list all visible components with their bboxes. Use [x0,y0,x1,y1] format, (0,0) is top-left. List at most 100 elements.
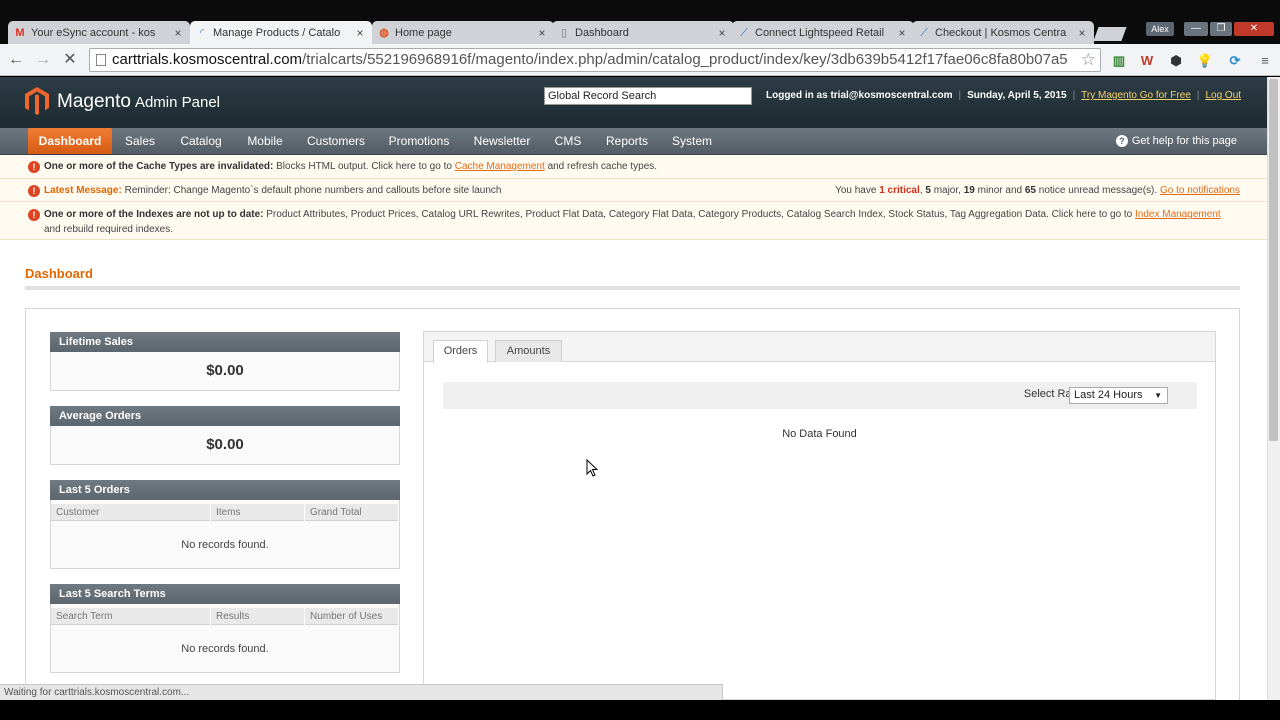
tab-label: Checkout | Kosmos Centra [935,26,1067,39]
browser-user-badge[interactable]: Alex [1146,22,1174,36]
index-notice-title: One or more of the Indexes are not up to… [44,209,264,220]
logo[interactable]: Magento Admin Panel [57,91,220,113]
current-date: Sunday, April 5, 2015 [967,90,1067,101]
browser-tab-dashboard[interactable]: ▯ Dashboard × [552,21,734,44]
column-customer[interactable]: Customer [51,504,211,521]
bookmark-star-icon[interactable]: ☆ [1081,49,1096,71]
index-notice: ! One or more of the Indexes are not up … [0,202,1267,240]
nav-system[interactable]: System [663,128,721,154]
extension-bulb-icon[interactable]: 💡 [1196,52,1214,70]
nav-newsletter[interactable]: Newsletter [465,128,539,154]
back-icon[interactable]: ← [6,50,26,70]
window-close-icon[interactable]: ✕ [1234,22,1274,36]
tab-label: Connect Lightspeed Retail [755,26,885,39]
close-icon[interactable]: × [536,26,548,40]
tab-amounts[interactable]: Amounts [495,340,562,362]
last-orders-empty: No records found. [181,539,269,551]
system-messages: ! One or more of the Cache Types are inv… [0,155,1267,240]
error-icon: ! [28,209,40,221]
chart-no-data: No Data Found [782,428,857,440]
chart-panel: Orders Amounts Select Range: Last 24 Hou… [423,331,1216,700]
lifetime-sales-value: $0.00 [206,362,244,379]
last-orders-grid-header: Customer Items Grand Total [51,504,399,521]
tab-label: Manage Products / Catalo [213,27,341,39]
browser-tab-home-page[interactable]: ◍ Home page × [372,21,554,44]
last-search-terms-header: Last 5 Search Terms [50,584,400,604]
global-search-input[interactable] [544,87,752,105]
page-title: Dashboard [25,266,93,281]
loading-icon: ◜ [199,27,205,39]
extension-w-icon[interactable]: W [1138,52,1156,70]
browser-tab-gmail[interactable]: M Your eSync account - kos × [8,21,190,44]
logo-name: Magento [57,91,131,112]
extension-icon[interactable]: ▥ [1110,52,1128,70]
cache-notice-text: Blocks HTML output. Click here to go to [276,161,452,172]
lifetime-sales-box: $0.00 [50,352,400,391]
restore-icon[interactable]: ❐ [1210,22,1232,36]
new-tab-button[interactable] [1093,27,1127,41]
nav-sales[interactable]: Sales [116,128,164,154]
logged-in-text: Logged in as trial@kosmoscentral.com [766,90,953,101]
close-icon[interactable]: × [1076,26,1088,40]
average-orders-box: $0.00 [50,426,400,465]
extension-hex-icon[interactable]: ⬢ [1167,52,1185,70]
index-management-link[interactable]: Index Management [1135,209,1221,220]
help-link[interactable]: ? Get help for this page [1115,128,1237,154]
summary-notice-count: 65 [1024,185,1036,196]
nav-customers[interactable]: Customers [299,128,373,154]
column-grand-total[interactable]: Grand Total [305,504,399,521]
browser-tab-manage-products[interactable]: ◜ Manage Products / Catalo × [190,21,372,45]
sync-icon[interactable]: ⟳ [1226,52,1244,70]
nav-mobile[interactable]: Mobile [237,128,293,154]
nav-promotions[interactable]: Promotions [380,128,458,154]
magento-logo-icon [25,87,49,115]
summary-minor: minor and [977,185,1023,196]
nav-cms[interactable]: CMS [546,128,590,154]
main-nav: Dashboard Sales Catalog Mobile Customers… [0,128,1267,155]
address-bar[interactable]: carttrials.kosmoscentral.com/trialcarts/… [89,48,1101,72]
cache-management-link[interactable]: Cache Management [455,161,545,172]
title-divider [25,286,1240,290]
column-results[interactable]: Results [211,608,305,625]
last-search-terms-box: Search Term Results Number of Uses No re… [50,604,400,673]
error-icon: ! [28,185,40,197]
go-to-notifications-link[interactable]: Go to notifications [1160,185,1240,196]
summary-prefix: You have [835,185,877,196]
page-icon [96,54,106,66]
nav-dashboard[interactable]: Dashboard [28,128,112,154]
gmail-icon: M [15,26,25,39]
forward-icon[interactable]: → [33,50,53,70]
scrollbar-thumb[interactable] [1269,79,1278,441]
column-search-term[interactable]: Search Term [51,608,211,625]
range-select[interactable]: Last 24 Hours ▼ [1069,387,1168,404]
latest-message-text: Reminder: Change Magento`s default phone… [124,185,502,196]
index-notice-text: Product Attributes, Product Prices, Cata… [266,209,1133,220]
last-orders-header: Last 5 Orders [50,480,400,500]
summary-critical: 1 critical [879,185,920,196]
chart-tabs: Orders Amounts [424,332,1215,363]
close-icon[interactable]: × [716,26,728,40]
browser-tab-lightspeed[interactable]: ⟋ Connect Lightspeed Retail × [732,21,914,44]
stop-icon[interactable]: ✕ [60,50,80,70]
column-number-of-uses[interactable]: Number of Uses [305,608,399,625]
url-path: /trialcarts/552196968916f/magento/index.… [302,51,1068,68]
close-icon[interactable]: × [172,26,184,40]
column-items[interactable]: Items [211,504,305,521]
tab-label: Home page [395,26,452,39]
browser-tab-strip: M Your eSync account - kos × ◜ Manage Pr… [0,0,1280,45]
close-icon[interactable]: × [896,26,908,40]
browser-tab-checkout[interactable]: ⟋ Checkout | Kosmos Centra × [912,21,1094,44]
try-magento-link[interactable]: Try Magento Go for Free [1081,90,1191,101]
nav-catalog[interactable]: Catalog [170,128,232,154]
nav-reports[interactable]: Reports [597,128,657,154]
average-orders-header: Average Orders [50,406,400,426]
minimize-icon[interactable]: — [1184,22,1208,36]
tab-orders[interactable]: Orders [433,340,488,363]
close-icon[interactable]: × [354,26,366,40]
menu-icon[interactable]: ≡ [1256,52,1274,70]
dropdown-arrow-icon: ▼ [1154,391,1162,400]
logout-link[interactable]: Log Out [1205,90,1241,101]
latest-message-notice: ! Latest Message: Reminder: Change Magen… [0,179,1267,202]
browser-status-bar: Waiting for carttrials.kosmoscentral.com… [0,684,723,700]
admin-header: MagentoAdmin Panel Logged in as trial@ko… [0,77,1267,128]
